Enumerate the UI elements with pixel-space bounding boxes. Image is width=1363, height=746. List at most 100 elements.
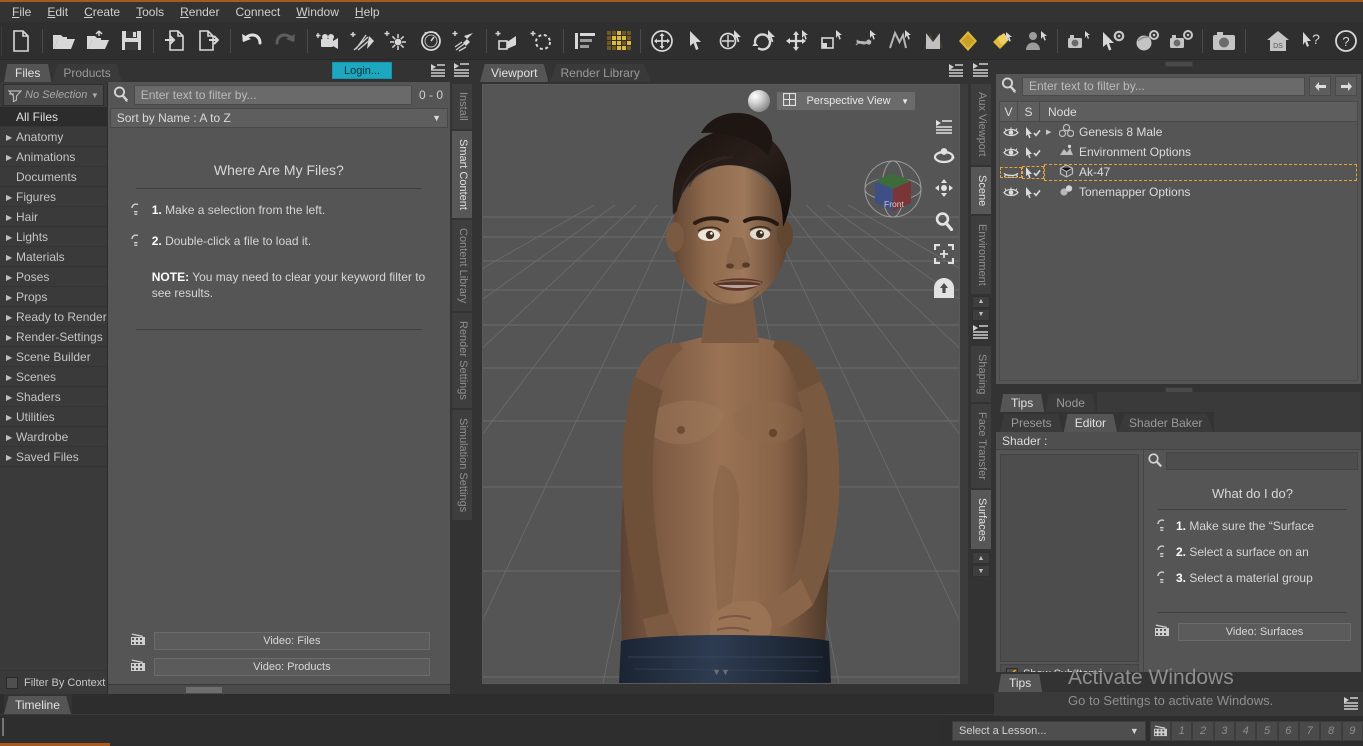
surfaces-list[interactable] [1000,454,1139,662]
create-primitive-icon[interactable] [491,24,525,58]
scene-node-row-content[interactable]: Ak-47 [1044,163,1357,181]
translate-tool-icon[interactable] [781,24,815,58]
search-icon[interactable] [1000,76,1018,97]
expand-arrow-icon[interactable]: ▶ [6,228,16,248]
camera-settings-icon[interactable] [1164,24,1198,58]
visibility-toggle[interactable] [1000,126,1022,138]
category-item-animations[interactable]: ▶ Animations [0,147,107,167]
category-item-scenes[interactable]: ▶ Scenes [0,367,107,387]
vtab-scroll-up-button-2[interactable]: ▲ [972,552,990,565]
lesson-select[interactable]: Select a Lesson... ▼ [952,721,1146,741]
category-item-all-files[interactable]: All Files [0,107,107,127]
video-files-button[interactable]: Video: Files [153,632,430,650]
lesson-number-9[interactable]: 9 [1341,721,1363,741]
scale-tool-icon[interactable] [815,24,849,58]
vtab-render-settings[interactable]: Render Settings [452,312,472,408]
files-search-input[interactable] [133,85,412,105]
lesson-number-4[interactable]: 4 [1235,721,1257,741]
timeline-playhead[interactable] [2,718,4,736]
create-camera-icon[interactable] [312,24,346,58]
expand-arrow-icon[interactable]: ▶ [6,388,16,408]
video-surfaces-button[interactable]: Video: Surfaces [1178,623,1351,641]
scene-forward-button[interactable] [1335,76,1357,96]
tab-viewport[interactable]: Viewport [480,64,549,82]
tab-bottom-tips[interactable]: Tips [998,674,1043,692]
scene-back-button[interactable] [1309,76,1331,96]
scene-node-environment-options[interactable]: Environment Options [1000,142,1357,162]
scene-node-ak-47[interactable]: Ak-47 [1000,162,1357,182]
scene-node-row-content[interactable]: ▶ Genesis 8 Male [1044,123,1357,140]
daz-studio-home-icon[interactable]: DS [1261,24,1295,58]
scene-node-tonemapper-options[interactable]: Tonemapper Options [1000,182,1357,202]
expand-arrow-icon[interactable]: ▶ [6,128,16,148]
login-button[interactable]: Login... [332,62,392,79]
new-file-icon[interactable] [4,24,38,58]
create-linear-light-icon[interactable] [414,24,448,58]
vtab-scroll-up-button[interactable]: ▲ [972,295,990,308]
category-item-render-settings[interactable]: ▶ Render-Settings [0,327,107,347]
expand-arrow-icon[interactable]: ▶ [6,368,16,388]
create-spot-light-icon[interactable] [448,24,482,58]
viewport-panel-options-icon[interactable] [948,63,964,80]
expand-arrow-icon[interactable]: ▶ [6,268,16,288]
create-point-light-icon[interactable] [380,24,414,58]
visibility-toggle[interactable] [1000,186,1022,198]
orbit-camera-icon[interactable] [933,147,955,168]
vtab-surfaces[interactable]: Surfaces [971,489,991,550]
filter-by-context-row[interactable]: Filter By Context [0,670,107,694]
save-icon[interactable] [115,24,149,58]
tab-shader-baker[interactable]: Shader Baker [1118,414,1214,432]
scene-panel-splitter[interactable] [994,60,1363,66]
search-icon[interactable] [1147,452,1163,471]
menu-window[interactable]: Window [288,3,347,21]
vtab-simulation-settings[interactable]: Simulation Settings [452,409,472,520]
menu-edit[interactable]: Edit [39,3,76,21]
category-item-poses[interactable]: ▶ Poses [0,267,107,287]
scene-node-row-content[interactable]: Tonemapper Options [1044,184,1357,200]
visibility-toggle[interactable] [1000,146,1022,158]
menu-tools[interactable]: Tools [128,3,172,21]
scene-node-row-content[interactable]: Environment Options [1044,144,1357,160]
lesson-number-8[interactable]: 8 [1320,721,1342,741]
universal-manipulator-icon[interactable] [645,24,679,58]
lesson-number-1[interactable]: 1 [1171,721,1193,741]
expand-arrow-icon[interactable]: ▶ [6,288,16,308]
render-icon[interactable] [1207,24,1241,58]
export-icon[interactable] [192,24,226,58]
tab-node[interactable]: Node [1045,394,1096,412]
lesson-number-6[interactable]: 6 [1277,721,1300,741]
category-item-props[interactable]: ▶ Props [0,287,107,307]
import-icon[interactable] [158,24,192,58]
tab-timeline[interactable]: Timeline [4,696,71,714]
open-recent-icon[interactable] [81,24,115,58]
menu-help[interactable]: Help [347,3,388,21]
lesson-number-7[interactable]: 7 [1299,721,1321,741]
lesson-number-2[interactable]: 2 [1192,721,1214,741]
expand-arrow-icon[interactable]: ▶ [6,308,16,328]
category-item-utilities[interactable]: ▶ Utilities [0,407,107,427]
vtab-face-transfer[interactable]: Face Transfer [971,403,991,488]
vtab-content-library[interactable]: Content Library [452,219,472,311]
panel-options-icon-2[interactable] [972,324,990,342]
surface-selection-tool-icon[interactable] [917,24,951,58]
category-item-hair[interactable]: ▶ Hair [0,207,107,227]
tab-editor[interactable]: Editor [1063,414,1118,432]
viewport-draw-style-icon[interactable] [748,90,770,112]
vtab-aux-viewport[interactable]: Aux Viewport [971,84,991,165]
expand-arrow-icon[interactable]: ▶ [6,208,16,228]
create-null-icon[interactable] [525,24,559,58]
viewport-right-scrollbar[interactable] [960,84,968,684]
filter-by-context-checkbox[interactable] [6,676,18,689]
menu-create[interactable]: Create [76,3,128,21]
category-item-scene-builder[interactable]: ▶ Scene Builder [0,347,107,367]
tab-tips[interactable]: Tips [1000,394,1045,412]
scene-node-genesis-8-male[interactable]: ▶ Genesis 8 Male [1000,122,1357,142]
expand-arrow-icon[interactable]: ▶ [6,188,16,208]
menu-connect[interactable]: Connect [227,3,288,21]
category-item-materials[interactable]: ▶ Materials [0,247,107,267]
category-item-lights[interactable]: ▶ Lights [0,227,107,247]
tab-render-library[interactable]: Render Library [549,64,651,82]
menu-render[interactable]: Render [172,3,227,21]
undo-icon[interactable] [235,24,269,58]
vtab-scroll-down-button-2[interactable]: ▼ [972,565,990,578]
